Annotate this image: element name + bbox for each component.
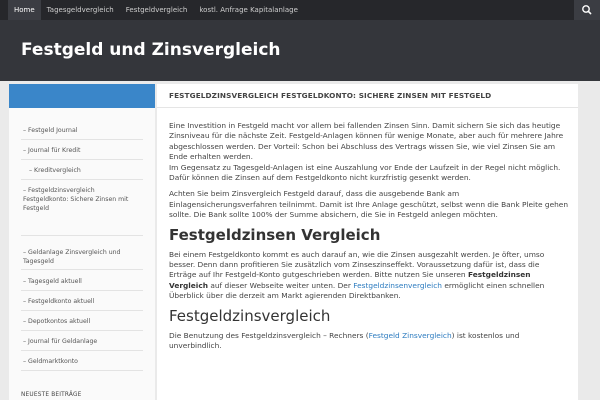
site-header: Festgeld und Zinsvergleich (0, 20, 600, 81)
main-menu: Home Tagesgeldvergleich Festgeldvergleic… (8, 0, 304, 20)
paragraph: Eine Investition in Festgeld macht vor a… (169, 121, 564, 162)
sidebar-item-festgeldzinsvergleich-line3[interactable]: Festgeld (23, 204, 49, 213)
nav-item-festgeldvergleich[interactable]: Festgeldvergleich (120, 0, 194, 20)
page-heading: FESTGELDZINSVERGLEICH FESTGELDKONTO: SIC… (169, 91, 492, 100)
sidebar-item-festgeldkonto-aktuell[interactable]: – Festgeldkonto aktuell (23, 297, 94, 306)
divider (21, 330, 143, 331)
text: auf dieser Webseite weiter unten. Der (207, 280, 354, 290)
divider (21, 370, 143, 371)
sidebar: – Festgeld Journal – Journal für Kredit … (9, 108, 155, 400)
main-content: FESTGELDZINSVERGLEICH FESTGELDKONTO: SIC… (157, 84, 578, 400)
nav-item-anfrage-kapitalanlage[interactable]: kostl. Anfrage Kapitalanlage (193, 0, 304, 20)
section-heading: Festgeldzinsen Vergleich (169, 225, 381, 244)
text: Die Benutzung des Festgeldzinsvergleich … (169, 330, 369, 340)
page-heading-bar: FESTGELDZINSVERGLEICH FESTGELDKONTO: SIC… (157, 84, 578, 108)
sidebar-header (9, 84, 155, 108)
sidebar-item-geldmarktkonto[interactable]: – Geldmarktkonto (23, 357, 78, 366)
divider (21, 159, 143, 160)
divider (21, 179, 143, 180)
sidebar-item-tagesgeld-aktuell[interactable]: – Tagesgeld aktuell (23, 277, 82, 286)
sidebar-item-journal-geldanlage[interactable]: – Journal für Geldanlage (23, 337, 97, 346)
link-festgeld-zinsvergleich[interactable]: Festgeld Zinsvergleich (369, 331, 452, 340)
search-icon (582, 5, 592, 15)
sidebar-item-journal-kredit[interactable]: – Journal für Kredit (23, 146, 80, 155)
divider (21, 139, 143, 140)
divider (21, 310, 143, 311)
sidebar-item-festgeldzinsvergleich-line2[interactable]: Festgeldkonto: Sichere Zinsen mit (23, 195, 128, 204)
paragraph: Die Benutzung des Festgeldzinsvergleich … (169, 331, 569, 352)
sidebar-item-kreditvergleich[interactable]: – Kreditvergleich (29, 166, 81, 175)
divider (21, 350, 143, 351)
divider (21, 290, 143, 291)
nav-item-tagesgeldvergleich[interactable]: Tagesgeldvergleich (41, 0, 120, 20)
divider (21, 269, 143, 270)
nav-item-home[interactable]: Home (8, 0, 41, 20)
sidebar-item-geldanlage[interactable]: – Geldanlage Zinsvergleich und (23, 248, 120, 257)
top-nav-bar: Home Tagesgeldvergleich Festgeldvergleic… (0, 0, 600, 20)
link-festgeldzinsenvergleich[interactable]: Festgeldzinsenvergleich (353, 281, 442, 290)
sidebar-section-title: NEUESTE BEITRÄGE (21, 392, 82, 398)
site-title[interactable]: Festgeld und Zinsvergleich (21, 40, 281, 60)
sidebar-item-festgeld-journal[interactable]: – Festgeld Journal (23, 126, 77, 135)
sidebar-item-depotkontos-aktuell[interactable]: – Depotkontos aktuell (23, 317, 90, 326)
paragraph: Achten Sie beim Zinsvergleich Festgeld d… (169, 189, 569, 220)
divider (21, 235, 143, 236)
sidebar-item-geldanlage-line2[interactable]: Tagesgeld (23, 257, 54, 266)
paragraph: Bei einem Festgeldkonto kommt es auch da… (169, 250, 569, 302)
paragraph: Im Gegensatz zu Tagesgeld-Anlagen ist ei… (169, 162, 561, 183)
search-button[interactable] (574, 0, 600, 20)
article-body: Eine Investition in Festgeld macht vor a… (169, 121, 569, 352)
sidebar-item-festgeldzinsvergleich[interactable]: – Festgeldzinsvergleich (23, 186, 95, 195)
subsection-heading: Festgeldzinsvergleich (169, 306, 331, 325)
